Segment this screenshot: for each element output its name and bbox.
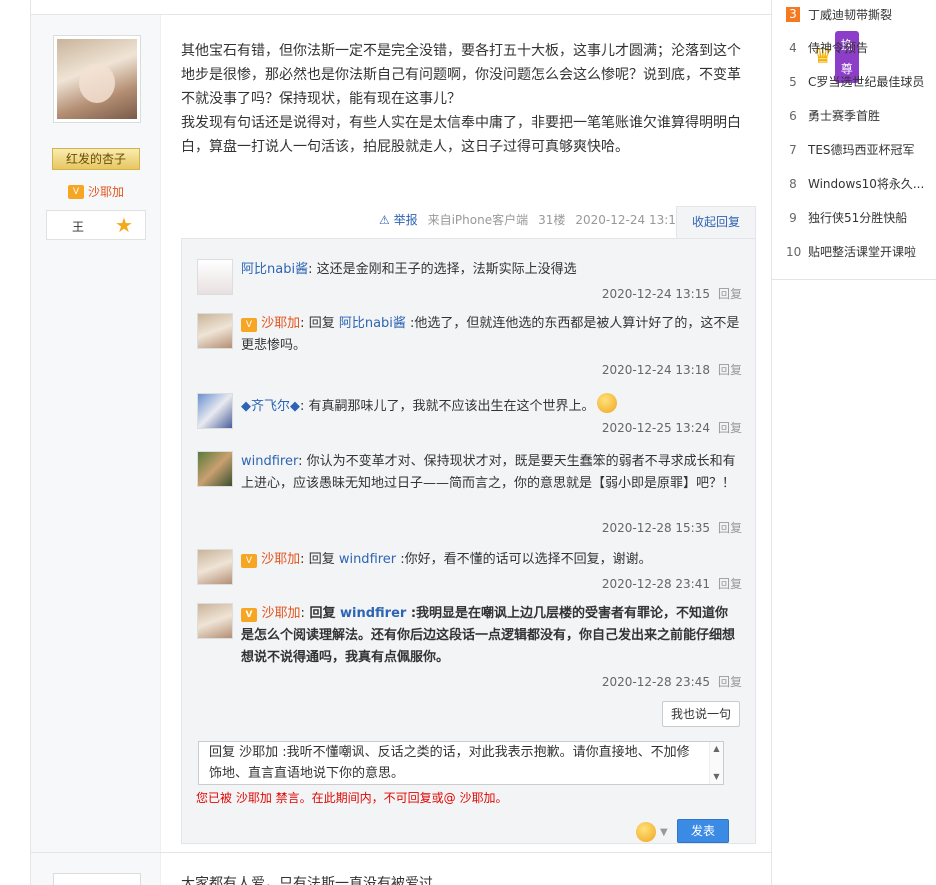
chevron-down-icon: ▼ — [660, 826, 668, 838]
reply-item: ◆齐飞尔◆: 有真嗣那味儿了，我就不应该出生在这个世界上。 2020-12-25… — [197, 393, 742, 443]
reply-time: 2020-12-28 23:41 — [601, 577, 710, 591]
reply-avatar[interactable] — [197, 451, 233, 487]
reply-body: V 沙耶加: 回复 阿比nabi酱 :他选了，但就连他选的东西都是被人算计好了的… — [241, 316, 740, 353]
reply-body: windfirer: 你认为不变革才对、保持现状才对，既是要天生蠢笨的弱者不寻求… — [241, 454, 736, 491]
hot-item[interactable]: 9 独行侠51分胜快船 — [786, 209, 907, 226]
author-username[interactable]: 红发的杏子 — [52, 148, 140, 170]
hot-item[interactable]: 3 丁威迪韧带撕裂 — [786, 6, 892, 23]
thread-column: 红发的杏子 V 沙耶加 王 ★ ♛ 挽尊 其他宝石有错，但你法斯一定不是完全没错… — [30, 0, 859, 885]
vip-icon: V — [241, 318, 257, 332]
say-something-button[interactable]: 我也说一句 — [662, 701, 740, 727]
author-panel: 红发的杏子 V 沙耶加 王 ★ — [31, 15, 161, 853]
ban-notice: 您已被 沙耶加 禁言。在此期间内，不可回复或@ 沙耶加。 — [196, 791, 508, 805]
reply-time: 2020-12-24 13:15 — [601, 287, 710, 301]
reply-button[interactable]: 回复 — [718, 287, 742, 301]
vip-name-text: 沙耶加 — [88, 185, 125, 199]
reply-button[interactable]: 回复 — [718, 577, 742, 591]
hot-item[interactable]: 8 Windows10将永久... — [786, 175, 924, 192]
reply-meta: 2020-12-24 13:15 回复 — [602, 285, 742, 302]
hot-topics-list: 3 丁威迪韧带撕裂 4 侍神令预告 5 C罗当选世纪最佳球员 6 勇士赛季首胜 7 TES… — [772, 0, 936, 280]
reply-meta: 2020-12-28 23:45 回复 — [602, 673, 742, 690]
reply-body: ◆齐飞尔◆: 有真嗣那味儿了，我就不应该出生在这个世界上。 — [241, 393, 741, 418]
reply-time: 2020-12-28 23:45 — [601, 675, 710, 689]
reply-username[interactable]: windfirer — [241, 454, 298, 469]
reply-meta: 2020-12-28 15:35 回复 — [602, 519, 742, 536]
level-label: 王 — [72, 220, 85, 234]
reply-button[interactable]: 回复 — [718, 363, 742, 377]
reply-target[interactable]: windfirer — [340, 606, 406, 621]
star-icon: ★ — [115, 213, 133, 237]
post-time: 2020-12-24 13:13 — [575, 212, 684, 227]
hot-item[interactable]: 10 贴吧整活课堂开课啦 — [786, 243, 916, 260]
reply-body: V 沙耶加: 回复 windfirer :我明显是在嘲讽上边几层楼的受害者有罪论… — [241, 606, 736, 665]
reply-body: 阿比nabi酱: 这还是金刚和王子的选择，法斯实际上没得选 — [241, 262, 577, 277]
reply-username[interactable]: 沙耶加 — [261, 316, 300, 331]
report-link[interactable]: ⚠ 举报 — [379, 211, 418, 228]
reply-username[interactable]: 阿比nabi酱 — [241, 262, 308, 277]
reply-item: windfirer: 你认为不变革才对、保持现状才对，既是要天生蠢笨的弱者不寻求… — [197, 451, 742, 541]
smile-emoji-icon — [596, 393, 617, 413]
reply-button[interactable]: 回复 — [718, 421, 742, 435]
vip-icon: V — [241, 608, 257, 622]
reply-item: V 沙耶加: 回复 windfirer :你好，看不懂的话可以选择不回复，谢谢。… — [197, 549, 742, 599]
hot-item[interactable]: 7 TES德玛西亚杯冠军 — [786, 141, 914, 158]
reply-button[interactable]: 回复 — [718, 521, 742, 535]
reply-meta: 2020-12-25 13:24 回复 — [602, 419, 742, 436]
reply-avatar[interactable] — [197, 549, 233, 585]
reply-username[interactable]: ◆齐飞尔◆ — [241, 399, 300, 414]
post-content: ♛ 挽尊 其他宝石有错，但你法斯一定不是完全没错，要各打五十大板，这事儿才圆满；… — [181, 31, 859, 159]
sub-replies-panel: 阿比nabi酱: 这还是金刚和王子的选择，法斯实际上没得选 2020-12-24… — [181, 238, 756, 844]
reply-avatar[interactable] — [197, 393, 233, 429]
send-button[interactable]: 发表 — [677, 819, 729, 843]
post-floor-31: 红发的杏子 V 沙耶加 王 ★ ♛ 挽尊 其他宝石有错，但你法斯一定不是完全没错… — [31, 14, 859, 853]
vip-icon: V — [68, 184, 84, 199]
hot-item[interactable]: 4 侍神令预告 — [786, 39, 868, 56]
post-text-1: 其他宝石有错，但你法斯一定不是完全没错，要各打五十大板，这事儿才圆满；沦落到这个… — [181, 43, 741, 107]
reply-text: 有真嗣那味儿了，我就不应该出生在这个世界上。 — [308, 399, 595, 414]
reply-target[interactable]: 阿比nabi酱 — [339, 316, 406, 331]
reply-username[interactable]: 沙耶加 — [261, 552, 300, 567]
vip-icon: V — [241, 554, 257, 568]
reply-button[interactable]: 回复 — [718, 675, 742, 689]
next-post: 大家都有人爱，只有法斯一直没有被爱过 — [31, 852, 771, 885]
reply-meta: 2020-12-28 23:41 回复 — [602, 575, 742, 592]
author-vip-name[interactable]: V 沙耶加 — [68, 183, 124, 200]
post-tail: ⚠ 举报 来自iPhone客户端 31楼 2020-12-24 13:13 — [379, 211, 684, 228]
emoji-icon — [636, 822, 656, 842]
reply-username[interactable]: 沙耶加 — [262, 606, 301, 621]
reply-item: V 沙耶加: 回复 阿比nabi酱 :他选了，但就连他选的东西都是被人算计好了的… — [197, 313, 742, 383]
reply-body: V 沙耶加: 回复 windfirer :你好，看不懂的话可以选择不回复，谢谢。 — [241, 549, 741, 571]
reply-avatar[interactable] — [197, 603, 233, 639]
author-avatar[interactable] — [53, 873, 141, 885]
reply-text: 你认为不变革才对、保持现状才对，既是要天生蠢笨的弱者不寻求成长和有上进心，应该愚… — [241, 454, 736, 491]
reply-text: :你好，看不懂的话可以选择不回复，谢谢。 — [396, 552, 652, 567]
author-panel — [31, 853, 161, 885]
emoji-picker[interactable]: ▼ — [634, 822, 668, 842]
reply-time: 2020-12-25 13:24 — [601, 421, 710, 435]
reply-editor[interactable]: 回复 沙耶加 :我听不懂嘲讽、反话之类的话，对此我表示抱歉。请你直接地、不加修饰… — [198, 741, 724, 785]
editor-text: 回复 沙耶加 :我听不懂嘲讽、反话之类的话，对此我表示抱歉。请你直接地、不加修饰… — [209, 745, 690, 781]
page: 红发的杏子 V 沙耶加 王 ★ ♛ 挽尊 其他宝石有错，但你法斯一定不是完全没错… — [0, 0, 936, 885]
floor-number: 31楼 — [538, 213, 566, 227]
reply-item: V 沙耶加: 回复 windfirer :我明显是在嘲讽上边几层楼的受害者有罪论… — [197, 603, 742, 693]
reply-text: 这还是金刚和王子的选择，法斯实际上没得选 — [316, 262, 577, 277]
editor-scrollbar[interactable]: ▲ ▼ — [709, 742, 723, 784]
reply-meta: 2020-12-24 13:18 回复 — [602, 361, 742, 378]
collapse-replies-button[interactable]: 收起回复 — [676, 206, 756, 238]
reply-avatar[interactable] — [197, 313, 233, 349]
client-source: 来自iPhone客户端 — [427, 213, 529, 227]
author-avatar[interactable] — [53, 35, 141, 123]
post-text-2: 我发现有句话还是说得对，有些人实在是太信奉中庸了，非要把一笔笔账谁欠谁算得明明白… — [181, 115, 741, 155]
reply-item: 阿比nabi酱: 这还是金刚和王子的选择，法斯实际上没得选 2020-12-24… — [197, 259, 742, 309]
level-badge[interactable]: 王 ★ — [46, 210, 146, 240]
hot-item[interactable]: 5 C罗当选世纪最佳球员 — [786, 73, 924, 90]
avatar-image — [57, 39, 137, 119]
reply-time: 2020-12-24 13:18 — [601, 363, 710, 377]
reply-time: 2020-12-28 15:35 — [601, 521, 710, 535]
reply-avatar[interactable] — [197, 259, 233, 295]
next-post-text: 大家都有人爱，只有法斯一直没有被爱过 — [181, 876, 433, 885]
hot-item[interactable]: 6 勇士赛季首胜 — [786, 107, 880, 124]
reply-target[interactable]: windfirer — [339, 552, 396, 567]
